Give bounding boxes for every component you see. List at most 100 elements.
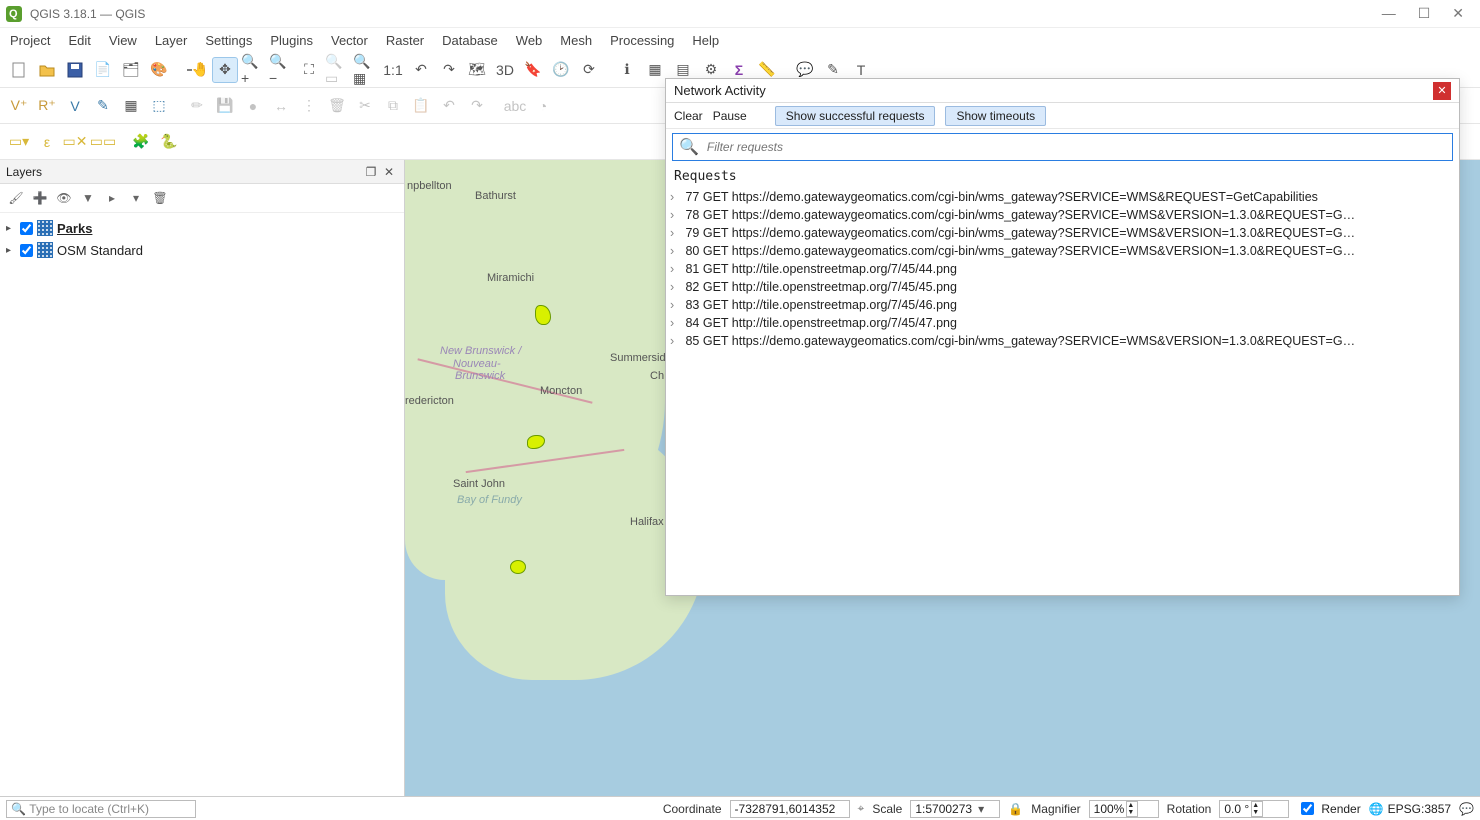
menu-web[interactable]: Web (516, 33, 543, 48)
chevron-right-icon[interactable]: › (670, 224, 682, 242)
menu-vector[interactable]: Vector (331, 33, 368, 48)
request-row[interactable]: › 83 GET http://tile.openstreetmap.org/7… (670, 296, 1455, 314)
show-successful-toggle[interactable]: Show successful requests (775, 106, 936, 126)
lock-icon[interactable]: 🔒 (1008, 802, 1023, 816)
locator-input[interactable]: 🔍 Type to locate (Ctrl+K) (6, 800, 196, 818)
undo-icon[interactable]: ↶ (436, 93, 462, 119)
new-geopackage-icon[interactable]: ▦ (118, 93, 144, 119)
network-panel-header[interactable]: Network Activity ✕ (666, 79, 1459, 103)
rotation-field[interactable]: 0.0 °▲▼ (1219, 800, 1289, 818)
request-row[interactable]: › 82 GET http://tile.openstreetmap.org/7… (670, 278, 1455, 296)
select-by-expr-icon[interactable]: ε (34, 129, 60, 155)
add-raster-icon[interactable]: R⁺ (34, 93, 60, 119)
chevron-right-icon[interactable]: › (670, 188, 682, 206)
request-row[interactable]: › 79 GET https://demo.gatewaygeomatics.c… (670, 224, 1455, 242)
delete-selected-icon[interactable]: 🗑 (324, 93, 350, 119)
pan-to-selection-icon[interactable]: ✥ (212, 57, 238, 83)
close-icon[interactable]: ✕ (1452, 5, 1464, 22)
menu-project[interactable]: Project (10, 33, 50, 48)
request-row[interactable]: › 77 GET https://demo.gatewaygeomatics.c… (670, 188, 1455, 206)
messages-icon[interactable]: 💬 (1459, 802, 1474, 816)
pause-button[interactable]: Pause (713, 109, 747, 123)
request-row[interactable]: › 78 GET https://demo.gatewaygeomatics.c… (670, 206, 1455, 224)
layer-item[interactable]: ▸Parks (6, 217, 398, 239)
layer-visibility-checkbox[interactable] (20, 222, 33, 235)
menu-settings[interactable]: Settings (205, 33, 252, 48)
plugin-2-icon[interactable]: 🐍 (156, 129, 182, 155)
new-shapefile-icon[interactable]: V (62, 93, 88, 119)
request-row[interactable]: › 81 GET http://tile.openstreetmap.org/7… (670, 260, 1455, 278)
layer-visibility-checkbox[interactable] (20, 244, 33, 257)
request-row[interactable]: › 80 GET https://demo.gatewaygeomatics.c… (670, 242, 1455, 260)
refresh-icon[interactable]: ⟳ (576, 57, 602, 83)
deselect-icon[interactable]: ▭✕ (62, 129, 88, 155)
layer-styling-icon[interactable]: 🖌 (6, 188, 26, 208)
move-feature-icon[interactable]: ↔ (268, 93, 294, 119)
menu-plugins[interactable]: Plugins (270, 33, 313, 48)
extent-icon[interactable]: ⌖ (858, 801, 865, 816)
pan-icon[interactable]: 🤚 (184, 57, 210, 83)
new-bookmark-icon[interactable]: 🔖 (520, 57, 546, 83)
menu-mesh[interactable]: Mesh (560, 33, 592, 48)
open-project-icon[interactable] (34, 57, 60, 83)
add-feature-icon[interactable]: ● (240, 93, 266, 119)
show-layout-manager-icon[interactable]: 🗂 (118, 57, 144, 83)
visibility-icon[interactable]: 👁 (54, 188, 74, 208)
paste-icon[interactable]: 📋 (408, 93, 434, 119)
menu-help[interactable]: Help (692, 33, 719, 48)
chevron-right-icon[interactable]: › (670, 278, 682, 296)
menu-database[interactable]: Database (442, 33, 498, 48)
new-spatialite-icon[interactable]: ✎ (90, 93, 116, 119)
chevron-right-icon[interactable]: ▸ (6, 223, 16, 234)
chevron-right-icon[interactable]: › (670, 242, 682, 260)
clear-button[interactable]: Clear (674, 109, 703, 123)
filter-input[interactable] (705, 139, 1446, 155)
undock-icon[interactable]: ❐ (362, 165, 380, 179)
menu-raster[interactable]: Raster (386, 33, 424, 48)
node-tool-icon[interactable]: ⋮ (296, 93, 322, 119)
new-project-icon[interactable] (6, 57, 32, 83)
request-row[interactable]: › 84 GET http://tile.openstreetmap.org/7… (670, 314, 1455, 332)
magnifier-field[interactable]: 100%▲▼ (1089, 800, 1159, 818)
chevron-right-icon[interactable]: › (670, 314, 682, 332)
zoom-native-icon[interactable]: 1:1 (380, 57, 406, 83)
coord-field[interactable]: -7328791,6014352 (730, 800, 850, 818)
label-icon[interactable]: abc (502, 93, 528, 119)
add-group-icon[interactable]: ➕ (30, 188, 50, 208)
identify-icon[interactable]: ℹ (614, 57, 640, 83)
chevron-right-icon[interactable]: › (670, 296, 682, 314)
zoom-in-icon[interactable]: 🔍+ (240, 57, 266, 83)
chevron-right-icon[interactable]: › (670, 260, 682, 278)
select-feature-icon[interactable]: ▭▾ (6, 129, 32, 155)
chevron-right-icon[interactable]: ▸ (6, 245, 16, 256)
expand-all-icon[interactable]: ▸ (102, 188, 122, 208)
remove-layer-icon[interactable]: 🗑 (150, 188, 170, 208)
menu-processing[interactable]: Processing (610, 33, 674, 48)
crs-button[interactable]: 🌐EPSG:3857 (1369, 802, 1451, 816)
request-row[interactable]: › 85 GET https://demo.gatewaygeomatics.c… (670, 332, 1455, 350)
filter-legend-icon[interactable]: ▼ (78, 188, 98, 208)
new-print-layout-icon[interactable]: 📄 (90, 57, 116, 83)
minimize-icon[interactable]: — (1382, 5, 1396, 22)
new-virtual-icon[interactable]: ⬚ (146, 93, 172, 119)
zoom-layer-icon[interactable]: 🔍▦ (352, 57, 378, 83)
layer-item[interactable]: ▸OSM Standard (6, 239, 398, 261)
add-vector-icon[interactable]: V⁺ (6, 93, 32, 119)
zoom-next-icon[interactable]: ↷ (436, 57, 462, 83)
cut-icon[interactable]: ✂ (352, 93, 378, 119)
render-checkbox[interactable]: Render (1297, 799, 1360, 818)
select-all-icon[interactable]: ▭▭ (90, 129, 116, 155)
redo-icon[interactable]: ↷ (464, 93, 490, 119)
zoom-full-icon[interactable]: ⛶ (296, 57, 322, 83)
maximize-icon[interactable]: ☐ (1418, 5, 1431, 22)
menu-layer[interactable]: Layer (155, 33, 188, 48)
copy-icon[interactable]: ⧉ (380, 93, 406, 119)
close-panel-icon[interactable]: ✕ (380, 165, 398, 179)
menu-edit[interactable]: Edit (68, 33, 90, 48)
new-map-view-icon[interactable]: 🗺 (464, 57, 490, 83)
toggle-edit-icon[interactable]: ✏ (184, 93, 210, 119)
show-timeouts-toggle[interactable]: Show timeouts (945, 106, 1046, 126)
menu-view[interactable]: View (109, 33, 137, 48)
chevron-right-icon[interactable]: › (670, 206, 682, 224)
scale-field[interactable]: 1:5700273 (910, 800, 1000, 818)
